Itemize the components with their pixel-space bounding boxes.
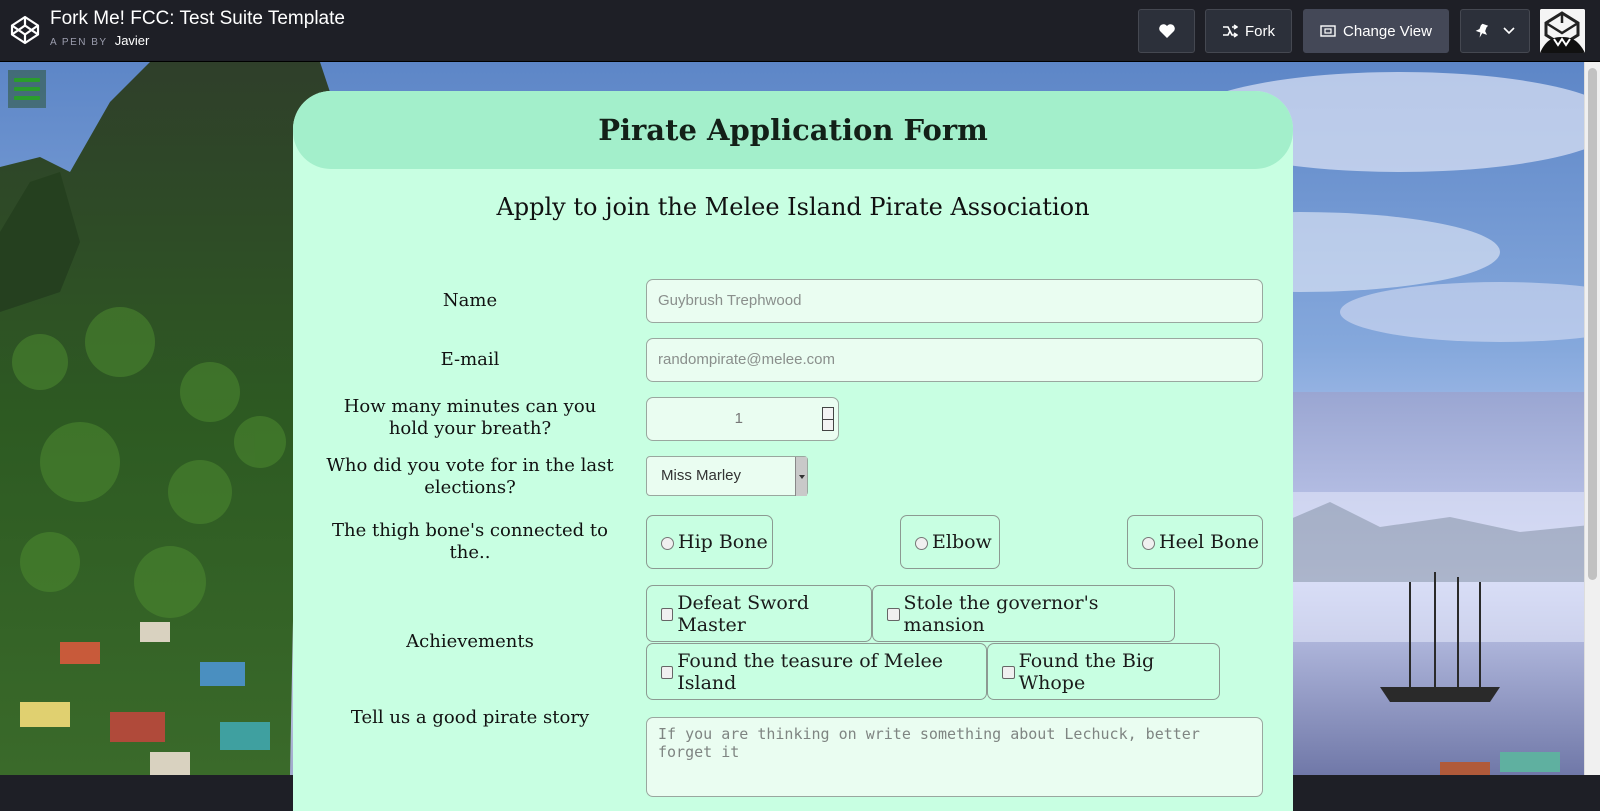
change-view-button[interactable]: Change View — [1303, 9, 1449, 53]
vote-dropdown[interactable]: Miss Marley — [646, 456, 808, 496]
radio-label: Heel Bone — [1159, 531, 1260, 553]
checkbox-found-treasure[interactable]: Found the teasure of Melee Island — [646, 643, 987, 700]
email-label: E-mail — [440, 349, 500, 370]
checkbox-icon[interactable] — [661, 608, 674, 621]
thigh-label: The thigh bone's connected to the.. — [332, 520, 608, 563]
radio-circle-icon[interactable] — [915, 536, 928, 550]
avatar-icon — [1540, 9, 1585, 53]
fork-icon — [1223, 24, 1238, 38]
codepen-topbar: Fork Me! FCC: Test Suite Template A PEN … — [0, 0, 1600, 62]
survey-form: Pirate Application Form Apply to join th… — [293, 91, 1293, 811]
radio-label: Elbow — [932, 531, 992, 553]
checkbox-icon[interactable] — [887, 608, 900, 621]
checkbox-label: Stole the governor's mansion — [903, 591, 1099, 636]
breath-number-input[interactable]: 1 — [646, 397, 839, 441]
vote-selected: Miss Marley — [661, 467, 742, 484]
name-placeholder: Guybrush Trephwood — [658, 292, 802, 309]
pin-button[interactable] — [1460, 9, 1530, 53]
dropdown-arrow-icon[interactable] — [795, 457, 807, 496]
menu-hamburger-icon[interactable] — [8, 70, 46, 108]
form-header: Pirate Application Form — [293, 91, 1293, 169]
checkbox-stole-mansion[interactable]: Stole the governor's mansion — [872, 585, 1175, 642]
pen-title: Fork Me! FCC: Test Suite Template — [50, 8, 345, 29]
scrollbar-thumb[interactable] — [1588, 68, 1597, 580]
email-placeholder: randompirate@melee.com — [658, 351, 835, 368]
story-placeholder: If you are thinking on write something a… — [658, 725, 1200, 761]
fork-button[interactable]: Fork — [1205, 9, 1292, 53]
heart-button[interactable] — [1138, 9, 1195, 53]
pin-icon — [1475, 23, 1489, 38]
name-label: Name — [442, 290, 498, 311]
codepen-logo-icon[interactable] — [9, 14, 41, 46]
radio-hip-bone[interactable]: Hip Bone — [646, 515, 773, 569]
heart-icon — [1158, 24, 1175, 38]
pen-by-prefix: A PEN BY — [50, 37, 108, 48]
fork-label: Fork — [1245, 22, 1275, 40]
checkbox-defeat-sword-master[interactable]: Defeat Sword Master — [646, 585, 872, 642]
form-subtitle: Apply to join the Melee Island Pirate As… — [496, 193, 1090, 221]
form-title: Pirate Application Form — [598, 113, 988, 147]
checkbox-icon[interactable] — [661, 666, 674, 679]
story-label: Tell us a good pirate story — [350, 707, 590, 728]
checkbox-found-big-whope[interactable]: Found the Big Whope — [987, 643, 1220, 700]
achievements-label: Achievements — [406, 631, 534, 652]
page-scrollbar[interactable] — [1584, 62, 1600, 775]
breath-label: How many minutes can you hold your breat… — [343, 396, 597, 439]
radio-heel-bone[interactable]: Heel Bone — [1127, 515, 1263, 569]
pen-byline: A PEN BY Javier — [50, 33, 149, 48]
checkbox-label: Found the teasure of Melee Island — [677, 649, 944, 694]
checkbox-label: Defeat Sword Master — [677, 591, 810, 636]
radio-circle-icon[interactable] — [1142, 536, 1155, 550]
checkbox-label: Found the Big Whope — [1018, 649, 1155, 694]
email-input[interactable]: randompirate@melee.com — [646, 338, 1263, 382]
user-avatar[interactable] — [1540, 9, 1585, 53]
radio-elbow[interactable]: Elbow — [900, 515, 1000, 569]
chevron-down-icon[interactable] — [1503, 27, 1515, 35]
checkbox-icon[interactable] — [1002, 666, 1015, 679]
number-stepper[interactable] — [822, 407, 834, 431]
breath-value: 1 — [734, 410, 743, 427]
author-link[interactable]: Javier — [115, 33, 150, 48]
vote-label: Who did you vote for in the last electio… — [326, 455, 614, 498]
radio-circle-icon[interactable] — [661, 536, 674, 550]
story-textarea[interactable]: If you are thinking on write something a… — [646, 717, 1263, 797]
name-input[interactable]: Guybrush Trephwood — [646, 279, 1263, 323]
change-view-label: Change View — [1343, 22, 1432, 40]
radio-label: Hip Bone — [678, 531, 768, 553]
change-view-icon — [1320, 25, 1336, 37]
